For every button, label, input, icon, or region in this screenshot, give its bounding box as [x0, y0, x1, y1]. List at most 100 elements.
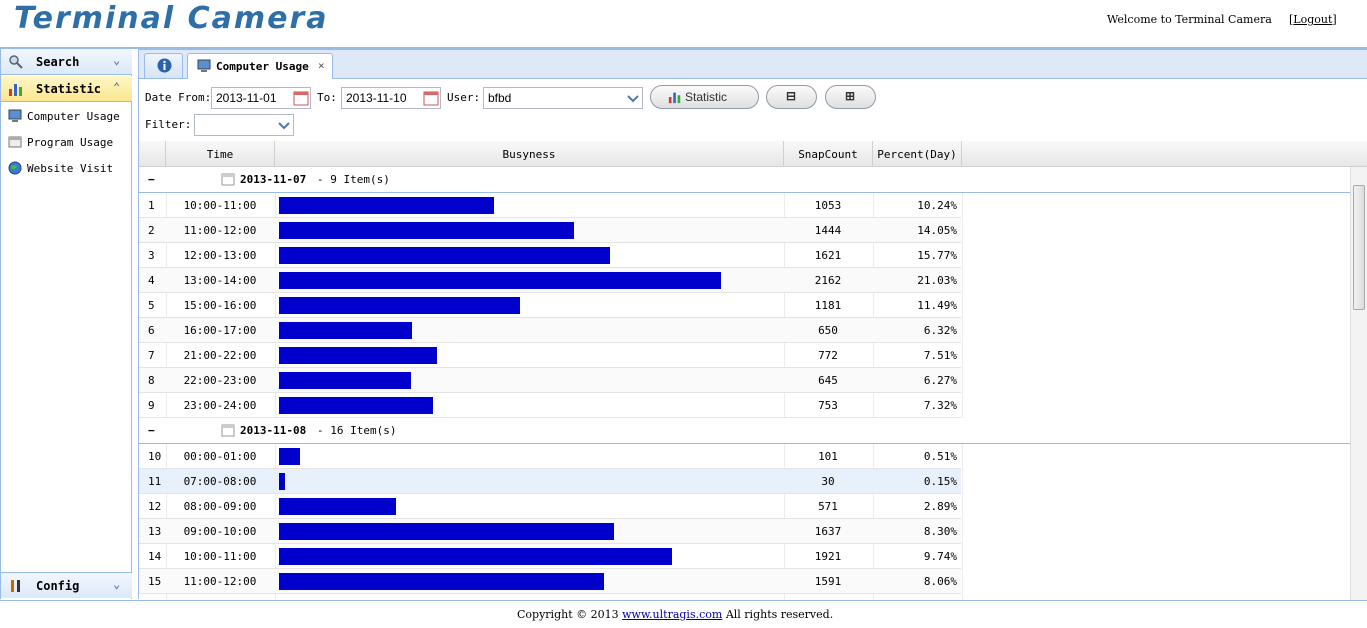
tab-info[interactable]: [144, 53, 183, 78]
sidebar-search-label: Search: [36, 55, 80, 69]
info-icon: [157, 58, 172, 73]
table-row[interactable]: 2 11:00-12:00 1444 14.05%: [139, 218, 961, 243]
table-row[interactable]: 8 22:00-23:00 645 6.27%: [139, 368, 961, 393]
row-snapcount: 1181: [814, 299, 842, 312]
busyness-bar: [279, 197, 494, 214]
user-select[interactable]: bfbd: [483, 87, 643, 109]
date-to-field[interactable]: 2013-11-10: [341, 87, 441, 109]
collapse-icon[interactable]: −: [148, 173, 155, 186]
row-time: 21:00-22:00: [183, 349, 257, 362]
bar-chart-icon: [9, 84, 22, 96]
table-row[interactable]: 9 23:00-24:00 753 7.32%: [139, 393, 961, 418]
row-time: 00:00-01:00: [183, 450, 257, 463]
sidebar-search-header[interactable]: Search ⌄: [1, 49, 132, 75]
grid-header: Time Busyness SnapCount Percent(Day): [139, 141, 1367, 167]
table-row[interactable]: 12 08:00-09:00 571 2.89%: [139, 494, 961, 519]
row-percent: 0.15%: [923, 475, 957, 488]
group-date: 2013-11-08: [240, 424, 307, 437]
filter-toolbar: Date From: 2013-11-01 To: 2013-11-10 Use…: [139, 79, 1367, 141]
date-from-label: Date From:: [145, 91, 212, 104]
row-time: 23:00-24:00: [183, 399, 257, 412]
sidebar-statistic-header[interactable]: Statistic ⌃: [1, 76, 132, 102]
tab-computer-usage[interactable]: Computer Usage ×: [187, 53, 333, 79]
row-time: 15:00-16:00: [183, 299, 257, 312]
row-snapcount: 30: [821, 475, 835, 488]
header-rownum: [139, 141, 166, 166]
logout-link[interactable]: Logout: [1293, 13, 1332, 26]
sidebar-config-header[interactable]: Config ⌄: [1, 572, 132, 598]
group-count: - 9 Item(s): [317, 173, 390, 186]
date-from-field[interactable]: 2013-11-01: [211, 87, 311, 109]
row-snapcount: 1444: [814, 224, 842, 237]
calendar-icon[interactable]: [292, 88, 310, 108]
filter-select[interactable]: [194, 114, 294, 136]
table-row[interactable]: 15 11:00-12:00 1591 8.06%: [139, 569, 961, 594]
table-row[interactable]: 10 00:00-01:00 101 0.51%: [139, 444, 961, 469]
table-row[interactable]: 5 15:00-16:00 1181 11.49%: [139, 293, 961, 318]
chevron-down-icon[interactable]: [275, 115, 293, 135]
close-icon[interactable]: ×: [318, 59, 325, 72]
chevron-down-icon[interactable]: [624, 88, 642, 108]
table-row[interactable]: 6 16:00-17:00 650 6.32%: [139, 318, 961, 343]
row-number: 1: [148, 199, 155, 212]
tab-label: Computer Usage: [216, 60, 309, 73]
sidebar: Search ⌄ Statistic ⌃ Computer Usage Prog…: [0, 49, 132, 599]
chevron-down-icon: ⌄: [113, 577, 121, 591]
table-row[interactable]: 4 13:00-14:00 2162 21.03%: [139, 268, 961, 293]
header-snapcount[interactable]: SnapCount: [784, 141, 873, 166]
column-divider: [962, 167, 963, 600]
busyness-bar: [279, 347, 437, 364]
table-row[interactable]: 1 10:00-11:00 1053 10.24%: [139, 193, 961, 218]
statistic-button[interactable]: Statistic: [650, 85, 759, 109]
site-link[interactable]: www.ultragis.com: [622, 608, 722, 621]
row-time: 09:00-10:00: [183, 525, 257, 538]
busyness-bar: [279, 498, 396, 515]
row-time: 11:00-12:00: [183, 224, 257, 237]
tab-bar: Computer Usage ×: [139, 50, 1367, 79]
header-time[interactable]: Time: [166, 141, 275, 166]
row-percent: 8.06%: [923, 575, 957, 588]
grid-body: −2013-11-07- 9 Item(s) 1 10:00-11:00 1053 10…: [139, 167, 1350, 600]
vertical-scrollbar[interactable]: [1350, 167, 1367, 600]
row-snapcount: 101: [818, 450, 838, 463]
row-time: 13:00-14:00: [183, 274, 257, 287]
calendar-icon: [221, 424, 235, 437]
row-snapcount: 1921: [814, 550, 842, 563]
row-time: 16:00-17:00: [183, 324, 257, 337]
expand-button[interactable]: ⊞: [825, 85, 876, 109]
table-row[interactable]: 3 12:00-13:00 1621 15.77%: [139, 243, 961, 268]
table-row[interactable]: 7 21:00-22:00 772 7.51%: [139, 343, 961, 368]
logout-wrap: [Logout]: [1289, 13, 1337, 26]
date-to-label: To:: [317, 91, 337, 104]
header-busyness[interactable]: Busyness: [275, 141, 784, 166]
busyness-bar: [279, 573, 604, 590]
row-number: 12: [148, 500, 162, 513]
app-header: Terminal Camera Welcome to Terminal Came…: [0, 0, 1367, 48]
collapse-button[interactable]: ⊟: [766, 85, 817, 109]
chevron-up-icon: ⌃: [113, 80, 121, 94]
statistic-button-label: Statistic: [685, 90, 728, 104]
collapse-icon[interactable]: −: [148, 424, 155, 437]
row-snapcount: 1637: [814, 525, 842, 538]
row-percent: 0.51%: [923, 450, 957, 463]
table-row[interactable]: 13 09:00-10:00 1637 8.30%: [139, 519, 961, 544]
scrollbar-thumb[interactable]: [1353, 185, 1365, 310]
row-percent: 10.24%: [917, 199, 957, 212]
table-row[interactable]: 14 10:00-11:00 1921 9.74%: [139, 544, 961, 569]
row-percent: 9.74%: [923, 550, 957, 563]
row-number: 11: [148, 475, 162, 488]
row-percent: 11.49%: [917, 299, 957, 312]
calendar-icon[interactable]: [422, 88, 440, 108]
group-header[interactable]: − 2013-11-07 - 9 Item(s): [139, 167, 1350, 193]
row-snapcount: 1591: [814, 575, 842, 588]
sidebar-config-label: Config: [36, 579, 80, 593]
header-percent[interactable]: Percent(Day): [873, 141, 962, 166]
sidebar-item-label: Computer Usage: [27, 110, 120, 123]
busyness-bar: [279, 222, 574, 239]
table-row[interactable]: 11 07:00-08:00 30 0.15%: [139, 469, 961, 494]
group-header[interactable]: − 2013-11-08 - 16 Item(s): [139, 418, 1350, 444]
busyness-bar: [279, 272, 721, 289]
row-percent: 14.05%: [917, 224, 957, 237]
row-time: 11:00-12:00: [183, 575, 257, 588]
row-percent: 7.51%: [923, 349, 957, 362]
